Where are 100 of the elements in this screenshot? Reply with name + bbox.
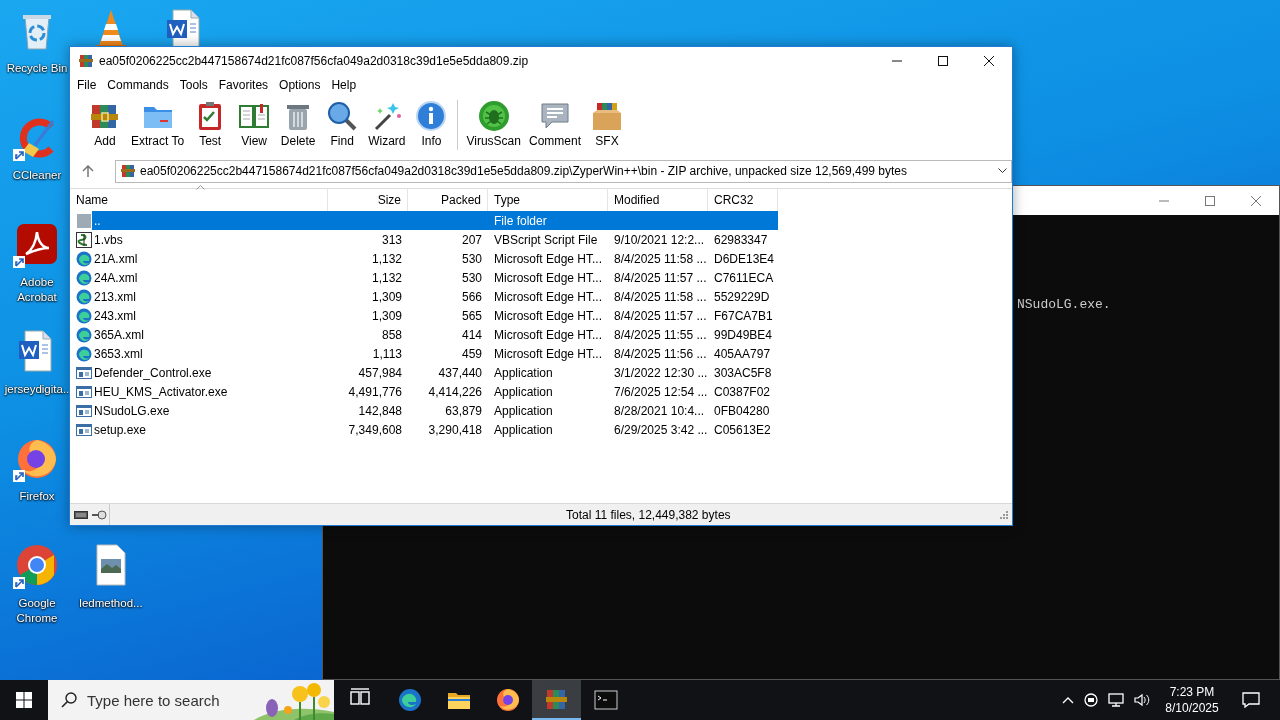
table-cell-text: File folder (493, 213, 548, 228)
clock[interactable]: 7:23 PM 8/10/2025 (1155, 684, 1229, 716)
toolbar-button[interactable]: Find (320, 100, 365, 152)
console-output: NSudoLG.exe. (1017, 297, 1111, 312)
browser-file-icon (76, 307, 92, 324)
file-name: setup.exe (94, 422, 147, 437)
file-row[interactable]: 1.vbs 313 207 VBScript Script File 9/10/2021 12:2... 62983347 (70, 230, 778, 249)
browser-file-icon (76, 250, 92, 267)
column-heading[interactable]: Packed (408, 189, 488, 211)
box-icon (591, 100, 623, 132)
table-cell-text: 1,309 (370, 289, 403, 304)
close-icon (984, 55, 994, 66)
file-name: Defender_Control.exe (94, 365, 212, 380)
file-name: NSudoLG.exe (94, 403, 170, 418)
file-row[interactable]: 243.xml 1,309 565 Microsoft Edge HT... 8/4/2025 11:57 ... F67CA7B1 (70, 306, 778, 325)
menu-item[interactable]: Options (274, 78, 326, 92)
bug-icon (477, 100, 510, 132)
acrobat-icon (15, 222, 59, 266)
search-icon (61, 692, 77, 708)
toolbar-button[interactable]: Wizard (364, 100, 410, 152)
toolbar-button[interactable]: Add (83, 100, 127, 152)
browser-file-icon (76, 269, 92, 286)
close-icon (1251, 195, 1261, 206)
browser-file-icon (76, 326, 92, 343)
table-cell-text: Microsoft Edge HT... (493, 289, 604, 304)
menu-item[interactable]: Tools (174, 78, 213, 92)
table-cell-text: Microsoft Edge HT... (493, 346, 604, 361)
table-cell-text: Microsoft Edge HT... (493, 270, 604, 285)
table-cell-text: 8/4/2025 11:57 ... (613, 270, 708, 285)
column-heading[interactable]: Modified (608, 189, 708, 211)
volume-icon (1134, 692, 1150, 708)
file-row[interactable]: Defender_Control.exe 457,984 437,440 Application 3/1/2022 12:30 ... 303AC5F8 (70, 363, 778, 382)
file-row[interactable]: 24A.xml 1,132 530 Microsoft Edge HT... 8/4/2025 11:57 ... C7611ECA (70, 268, 778, 287)
table-cell-text: 1,132 (370, 270, 403, 285)
table-cell-text: Application (493, 384, 554, 399)
search-box[interactable]: Type here to search (48, 680, 334, 720)
file-name: 243.xml (94, 308, 137, 323)
program-file-icon (76, 421, 92, 438)
program-file-icon (76, 364, 92, 381)
menu-item[interactable]: Commands (102, 78, 174, 92)
desktop-icon-label[interactable]: Google Chrome (2, 596, 72, 626)
table-cell-text: 858 (380, 327, 403, 342)
column-heading[interactable]: Name (70, 189, 328, 211)
toolbar-button[interactable]: VirusScan (462, 100, 525, 152)
maximize-icon (1205, 195, 1215, 206)
toolbar-button[interactable]: View (232, 100, 277, 152)
desktop-icon-label[interactable]: ledmethod... (79, 596, 143, 611)
table-cell-text: 1,132 (370, 251, 403, 266)
table-cell-text: 62983347 (713, 232, 769, 247)
file-row[interactable]: 213.xml 1,309 566 Microsoft Edge HT... 8/4/2025 11:58 ... 5529229D (70, 287, 778, 306)
table-cell-text: 1,309 (370, 308, 403, 323)
toolbar-button[interactable]: SFX (585, 100, 629, 152)
toolbar-button[interactable]: Test (188, 100, 233, 152)
table-cell-text: C0387F02 (713, 384, 772, 399)
file-icon (76, 212, 92, 229)
file-name: 24A.xml (94, 270, 138, 285)
file-row[interactable]: 365A.xml 858 414 Microsoft Edge HT... 8/4/2025 11:55 ... 99D49BE4 (70, 325, 778, 344)
file-row[interactable]: HEU_KMS_Activator.exe 4,491,776 4,414,226 Application 7/6/2025 12:54 ... C0387F02 (70, 382, 778, 401)
table-cell-text: 530 (460, 251, 483, 266)
menu-item[interactable]: Help (326, 78, 362, 92)
file-row[interactable]: setup.exe 7,349,608 3,290,418 Application 6/29/2025 3:42 ... C05613E2 (70, 420, 778, 439)
search-field[interactable]: Type here to search (87, 685, 247, 715)
table-cell-text: Application (493, 422, 554, 437)
toolbar-button[interactable]: Info (409, 100, 454, 152)
table-cell-text: 9/10/2021 12:2... (613, 232, 706, 247)
menu-item[interactable]: Favorites (213, 78, 274, 92)
table-cell-text: C05613E2 (713, 422, 772, 437)
file-name: .. (94, 213, 101, 228)
toolbar-button[interactable]: Comment (524, 100, 585, 152)
up-arrow-icon (82, 165, 94, 177)
file-name: 21A.xml (94, 251, 138, 266)
table-cell-text: 4,414,226 (427, 384, 483, 399)
table-cell-text: 405AA797 (713, 346, 772, 361)
file-row[interactable]: NSudoLG.exe 142,848 63,879 Application 8/28/2021 10:4... 0FB04280 (70, 401, 778, 420)
toolbar-button[interactable]: Delete (276, 100, 321, 152)
chrome-icon (15, 543, 59, 587)
menu-item[interactable]: File (72, 78, 102, 92)
column-heading[interactable]: CRC32 (708, 189, 778, 211)
program-file-icon (76, 402, 92, 419)
file-name: 365A.xml (94, 327, 145, 342)
browser-file-icon (76, 345, 92, 362)
table-cell-text: 63,879 (444, 403, 483, 418)
desktop-icon-label[interactable]: Firefox (19, 489, 55, 504)
notification-icon (1242, 692, 1260, 708)
table-cell-text: 530 (460, 270, 483, 285)
table-cell-text: 99D49BE4 (713, 327, 774, 342)
keyboard-icon (74, 510, 88, 519)
column-heading[interactable]: Type (488, 189, 608, 211)
column-heading[interactable]: Size (328, 189, 408, 211)
file-row[interactable]: 3653.xml 1,113 459 Microsoft Edge HT... 8/4/2025 11:56 ... 405AA797 (70, 344, 778, 363)
table-cell-text: 459 (460, 346, 483, 361)
archive-icon (121, 163, 135, 179)
address-field[interactable]: ea05f0206225cc2b447158674d21fc087f56cfa049a2d0318c39d1e5e5dda809.zip\ZyperWin++\bin - ZIP archive, unpacked size 12,569,499 bytes (115, 159, 1012, 183)
table-cell-text: 8/4/2025 11:58 ... (613, 251, 708, 266)
toolbar-button[interactable]: Extract To (127, 100, 189, 152)
archive-icon (79, 52, 93, 69)
table-cell-text: Microsoft Edge HT... (493, 327, 604, 342)
table-cell-text: Microsoft Edge HT... (493, 308, 604, 323)
table-cell-text: 3,290,418 (427, 422, 483, 437)
file-row[interactable]: 21A.xml 1,132 530 Microsoft Edge HT... 8/4/2025 11:58 ... D6DE13E4 (70, 249, 778, 268)
